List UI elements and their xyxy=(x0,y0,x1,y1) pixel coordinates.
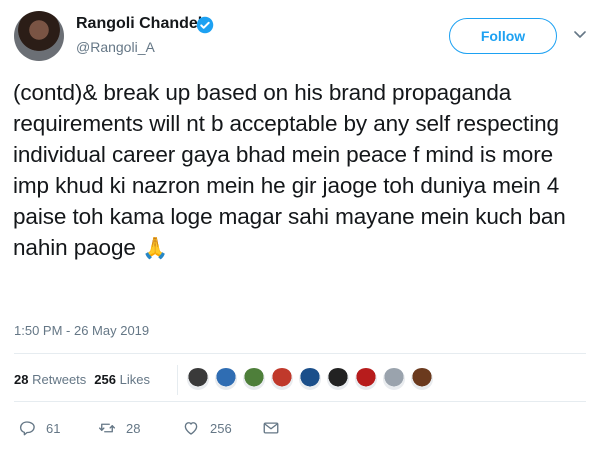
reply-icon xyxy=(19,421,35,436)
likes-count: 256 xyxy=(94,372,116,387)
tweet-timestamp[interactable]: 1:50 PM - 26 May 2019 xyxy=(14,323,149,338)
direct-message-button[interactable] xyxy=(262,419,290,437)
engagement-stats: 28 Retweets 256 Likes xyxy=(14,372,150,387)
liker-avatar[interactable] xyxy=(326,367,350,391)
likes-label: Likes xyxy=(119,372,150,387)
liker-avatar[interactable] xyxy=(298,367,322,391)
tweet-body: (contd)& break up based on his brand pro… xyxy=(13,80,566,260)
verified-badge-icon xyxy=(196,16,214,34)
folded-hands-emoji-icon: 🙏 xyxy=(141,236,168,260)
liker-avatar[interactable] xyxy=(186,367,210,391)
retweets-stat[interactable]: 28 Retweets xyxy=(14,372,86,387)
like-button[interactable]: 256 xyxy=(182,419,232,437)
stats-separator xyxy=(177,365,178,395)
liker-avatar[interactable] xyxy=(214,367,238,391)
heart-icon xyxy=(184,422,198,435)
retweets-label: Retweets xyxy=(32,372,87,387)
user-handle[interactable]: @Rangoli_A xyxy=(76,39,155,55)
likes-stat[interactable]: 256 Likes xyxy=(94,372,150,387)
tweet-text: (contd)& break up based on his brand pro… xyxy=(13,77,593,264)
user-name[interactable]: Rangoli Chandel xyxy=(76,15,202,33)
envelope-icon xyxy=(263,422,279,434)
retweet-button[interactable]: 28 xyxy=(98,419,140,437)
liker-avatar[interactable] xyxy=(242,367,266,391)
liker-avatar[interactable] xyxy=(354,367,378,391)
retweet-icon xyxy=(98,423,116,433)
liker-avatar[interactable] xyxy=(410,367,434,391)
reply-button[interactable]: 61 xyxy=(18,419,60,437)
retweet-count: 28 xyxy=(126,420,141,436)
action-bar: 61 28 256 xyxy=(0,416,600,442)
divider xyxy=(14,401,586,402)
avatar[interactable] xyxy=(14,11,64,61)
liker-avatar[interactable] xyxy=(382,367,406,391)
reply-count: 61 xyxy=(46,420,61,436)
divider xyxy=(14,353,586,354)
follow-button[interactable]: Follow xyxy=(449,18,557,54)
like-count: 256 xyxy=(210,420,232,436)
chevron-down-icon[interactable] xyxy=(574,30,586,40)
retweets-count: 28 xyxy=(14,372,29,387)
liker-avatar[interactable] xyxy=(270,367,294,391)
